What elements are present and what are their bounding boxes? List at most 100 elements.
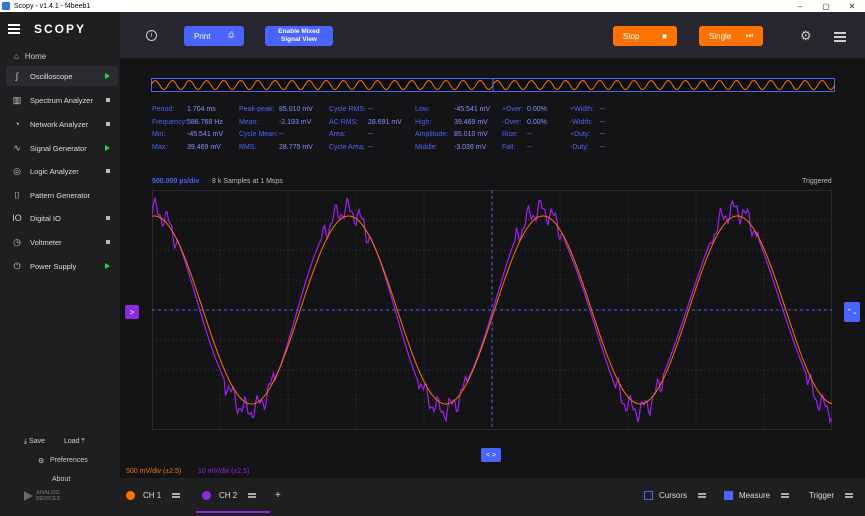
measure-label: Mean:	[239, 118, 259, 126]
hamburger-menu-icon[interactable]	[8, 24, 20, 34]
measure-value: 39.469 mV	[187, 143, 221, 151]
mixed-label-1: Enable Mixed	[278, 28, 320, 35]
measure-label: +Duty:	[570, 131, 591, 138]
measure-value: -2.193 mV	[279, 118, 312, 126]
measure-label: Rise:	[502, 131, 518, 138]
channel-bar: CH 1 CH 2 + Cursors Measure Trigger	[120, 478, 865, 516]
sidebar-item-label: Power Supply	[30, 261, 77, 271]
stopped-indicator-icon	[106, 122, 110, 126]
single-button[interactable]: Single ⏭	[699, 26, 763, 46]
trigger-toggle[interactable]: Trigger	[809, 488, 856, 502]
cursors-checkbox[interactable]	[644, 490, 653, 500]
add-channel-button[interactable]: +	[275, 488, 281, 502]
sidebar-item-label: Signal Generator	[30, 143, 87, 153]
sidebar-item-spectrum-analyzer[interactable]: ▥ Spectrum Analyzer	[6, 90, 118, 110]
sidebar-item-label: Digital IO	[30, 213, 61, 223]
measure-label: RMS:	[239, 143, 257, 151]
sidebar-item-oscilloscope[interactable]: ∫ Oscilloscope	[6, 66, 118, 86]
close-button[interactable]: ✕	[839, 0, 865, 12]
measure-label: Low:	[415, 106, 430, 113]
measure-value: 586.768 Hz	[187, 118, 223, 126]
sidebar: SCOPY ⌂ Home ∫ Oscilloscope ▥ Spectrum Anal…	[0, 12, 120, 516]
measure-label: Fall:	[502, 143, 516, 151]
save-button[interactable]: ⤓ Save	[24, 438, 45, 446]
measure-menu-icon[interactable]	[778, 490, 792, 500]
ch1-color-dot	[126, 490, 135, 500]
maximize-button[interactable]: ▢	[813, 0, 839, 12]
stopped-indicator-icon	[106, 98, 110, 102]
ch2-channel[interactable]: CH 2	[202, 488, 259, 502]
measure-value: 28.775 mV	[279, 143, 313, 151]
measure-value: 85.010 mV	[279, 106, 313, 113]
measure-value: --	[527, 143, 532, 151]
measure-label: Frequency:	[152, 118, 188, 126]
enable-mixed-signal-button[interactable]: Enable Mixed Signal View	[265, 26, 333, 46]
preferences-gear-icon: ⚙	[38, 458, 45, 465]
ch2-offset-marker[interactable]: >	[125, 305, 139, 319]
sidebar-item-logic-analyzer[interactable]: ◎ Logic Analyzer	[6, 161, 118, 181]
brand-line2: DEVICES	[36, 496, 61, 502]
sidebar-item-label: Oscilloscope	[30, 71, 73, 81]
ch1-channel[interactable]: CH 1	[126, 488, 183, 502]
single-label: Single	[709, 31, 732, 41]
cursors-toggle[interactable]: Cursors	[644, 488, 709, 502]
general-menu-icon[interactable]	[834, 32, 846, 44]
mixed-label-2: Signal View	[280, 36, 317, 43]
power-supply-icon: ⏻	[13, 260, 21, 271]
window-titlebar: Scopy - v1.4.1 - f4beeb1 – ▢ ✕	[0, 0, 865, 12]
measure-value: --	[368, 106, 373, 113]
trigger-menu-icon[interactable]	[842, 490, 856, 500]
voltmeter-icon: ◷	[13, 236, 21, 247]
measure-value: --	[368, 131, 373, 138]
measure-value: 39.469 mV	[454, 118, 488, 126]
window-title: Scopy - v1.4.1 - f4beeb1	[14, 2, 91, 10]
print-icon: ⎙	[228, 32, 235, 39]
info-icon[interactable]: i	[146, 30, 157, 41]
measure-value: --	[600, 131, 605, 138]
measure-value: 1.704 ms	[187, 106, 216, 113]
plot-area: Period: 1.704 ms Peak-peak: 85.010 mV Cycle …	[120, 58, 865, 478]
network-icon: ◔	[14, 119, 20, 129]
stop-button[interactable]: Stop ■	[613, 26, 677, 46]
app-logo: SCOPY	[34, 22, 87, 36]
window-controls: – ▢ ✕	[787, 0, 865, 12]
sidebar-item-network-analyzer[interactable]: ◔ Network Analyzer	[6, 114, 118, 134]
single-icon: ⏭	[745, 31, 753, 40]
ch2-menu-icon[interactable]	[245, 490, 259, 500]
measure-value: 0.00%	[527, 118, 547, 126]
home-nav[interactable]: ⌂ Home	[14, 50, 46, 62]
ch2-color-dot	[202, 490, 211, 500]
time-position-marker[interactable]: < >	[481, 448, 501, 462]
measure-label: +Width:	[570, 106, 594, 113]
load-button[interactable]: Load ⤒	[64, 438, 85, 446]
measure-label: High:	[415, 118, 432, 126]
save-label: Save	[29, 438, 46, 445]
print-button[interactable]: Print ⎙	[184, 26, 244, 46]
sidebar-item-voltmeter[interactable]: ◷ Voltmeter	[6, 232, 118, 252]
stop-icon: ■	[662, 31, 667, 41]
measure-label: +Over:	[502, 106, 524, 113]
measure-value: --	[368, 143, 373, 151]
measure-toggle[interactable]: Measure	[724, 488, 792, 502]
measure-checkbox[interactable]	[724, 490, 733, 500]
measure-label: -Over:	[502, 118, 522, 126]
sidebar-item-pattern-generator[interactable]: ⌷ Pattern Generator	[6, 185, 118, 205]
overview-waveform[interactable]	[151, 78, 835, 92]
measure-value: -45.541 mV	[454, 106, 491, 113]
stopped-indicator-icon	[106, 169, 110, 173]
ch1-menu-icon[interactable]	[169, 490, 183, 500]
sidebar-item-power-supply[interactable]: ⏻ Power Supply	[6, 256, 118, 276]
sidebar-item-signal-generator[interactable]: ∿ Signal Generator	[6, 138, 118, 158]
minimize-button[interactable]: –	[787, 0, 813, 12]
trigger-status: Triggered	[802, 178, 832, 185]
logic-analyzer-icon: ◎	[13, 165, 21, 176]
trigger-level-marker[interactable]: ⌃⌄	[844, 302, 860, 322]
settings-gear-icon[interactable]: ⚙	[800, 28, 812, 44]
measure-label: AC RMS:	[329, 118, 359, 126]
cursors-menu-icon[interactable]	[695, 490, 709, 500]
oscilloscope-plot[interactable]	[152, 190, 832, 430]
sidebar-item-digital-io[interactable]: IO Digital IO	[6, 208, 118, 228]
measure-label: Cycle RMS:	[329, 106, 366, 113]
measure-value: 28.691 mV	[368, 118, 402, 126]
measure-value: --	[279, 131, 284, 138]
